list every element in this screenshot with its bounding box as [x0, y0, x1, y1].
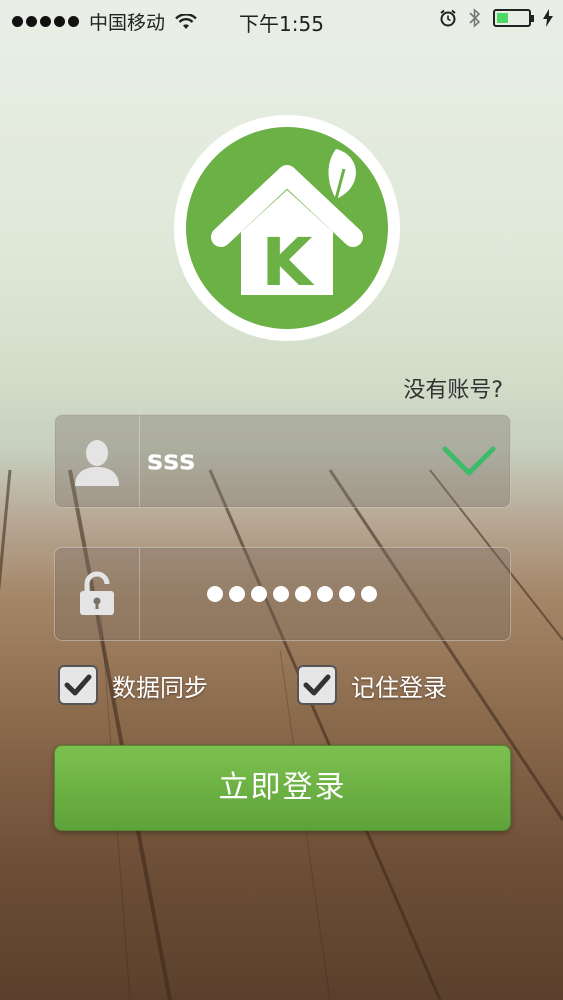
login-button[interactable]: 立即登录 [54, 745, 511, 831]
data-sync-option[interactable]: 数据同步 [58, 665, 208, 705]
app-logo: K [174, 115, 400, 341]
lock-icon [80, 571, 114, 615]
user-icon [75, 440, 119, 486]
remember-login-label: 记住登录 [351, 673, 447, 702]
password-mask-dot [229, 586, 245, 602]
password-mask-dot [317, 586, 333, 602]
password-mask-dot [295, 586, 311, 602]
battery-icon [493, 9, 534, 27]
checkmark-icon [303, 674, 331, 696]
password-mask-dot [339, 586, 355, 602]
username-input[interactable]: sss [147, 415, 195, 507]
bluetooth-icon [469, 8, 481, 28]
logo-letter: K [261, 224, 315, 301]
checkmark-icon [64, 674, 92, 696]
checkmark-chevron-icon [442, 446, 496, 476]
alarm-icon [440, 9, 456, 27]
password-mask-dot [251, 586, 267, 602]
password-icon-box [55, 548, 140, 640]
password-field[interactable] [54, 547, 511, 641]
username-field[interactable]: sss [54, 414, 511, 508]
data-sync-label: 数据同步 [112, 673, 208, 702]
data-sync-checkbox[interactable] [58, 665, 98, 705]
password-mask-dot [361, 586, 377, 602]
password-mask-dot [207, 586, 223, 602]
username-icon-box [55, 415, 140, 507]
status-bar: 中国移动 下午1:55 [0, 0, 563, 38]
remember-login-checkbox[interactable] [297, 665, 337, 705]
house-leaf-icon: K [211, 149, 363, 301]
password-input[interactable] [207, 548, 377, 640]
remember-login-option[interactable]: 记住登录 [297, 665, 447, 705]
register-link[interactable]: 没有账号? [403, 372, 503, 404]
password-mask-dot [273, 586, 289, 602]
charging-icon [543, 9, 553, 27]
